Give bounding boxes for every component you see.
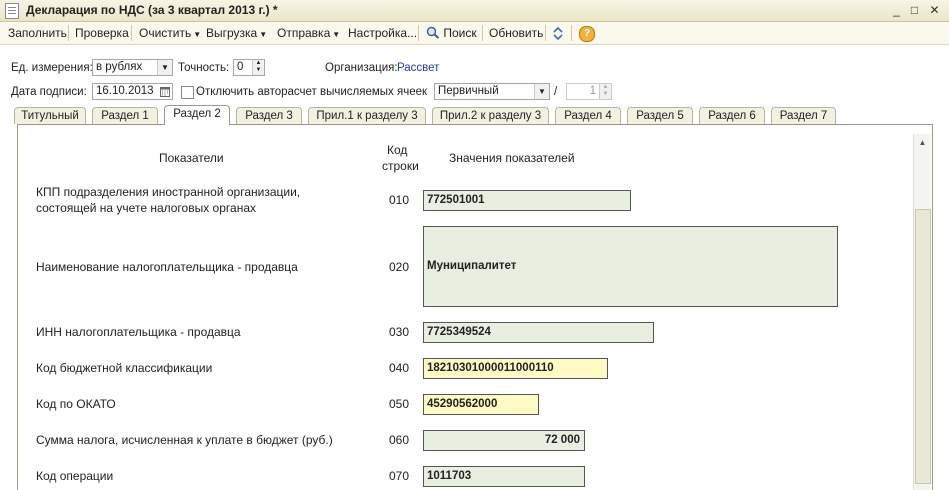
separator-slash: /: [554, 86, 558, 98]
toolbar: Заполнить Проверка Очистить ▼ Выгрузка ▼ О…: [0, 22, 949, 45]
date-value: 16.10.2013: [96, 85, 154, 97]
correction-number-value: 1: [589, 85, 596, 97]
code-header-line2: строки: [382, 159, 419, 173]
kpp-field[interactable]: 772501001: [423, 190, 631, 211]
unit-select[interactable]: в рублях ▼: [92, 59, 173, 76]
send-menu-label: Отправка: [277, 26, 331, 40]
maximize-button[interactable]: □: [907, 3, 922, 17]
declaration-type-value: Первичный: [438, 85, 499, 97]
spinner-arrows-icon[interactable]: ▲ ▼: [599, 84, 611, 99]
row-label-line: КПП подразделения иностранной организаци…: [36, 185, 301, 199]
vertical-scrollbar[interactable]: ▲: [913, 134, 931, 490]
help-button[interactable]: ?: [579, 25, 595, 42]
scrollbar-thumb[interactable]: [915, 209, 931, 484]
organization-link[interactable]: Рассвет: [397, 62, 439, 74]
toolbar-separator: [418, 25, 419, 41]
tab-section-3[interactable]: Раздел 3: [236, 107, 302, 124]
operation-code-field[interactable]: 1011703: [423, 466, 585, 487]
row-label-040: Код бюджетной классификации: [36, 361, 213, 375]
row-label-050: Код по ОКАТО: [36, 397, 116, 411]
search-icon: [426, 26, 440, 39]
toolbar-separator: [68, 25, 69, 41]
export-menu-label: Выгрузка: [206, 26, 258, 40]
unit-label: Ед. измерения:: [11, 62, 93, 74]
code-header-line1: Код: [387, 143, 408, 157]
row-code-070: 070: [389, 469, 410, 483]
tab-section-6[interactable]: Раздел 6: [699, 107, 765, 124]
expand-collapse-icon: [553, 26, 563, 41]
tab-appendix-2-section-3[interactable]: Прил.2 к разделу 3: [432, 107, 549, 124]
precision-spinner[interactable]: 0 ▲ ▼: [233, 59, 265, 76]
search-button-label: Поиск: [443, 26, 477, 40]
refresh-button[interactable]: Обновить: [489, 26, 543, 40]
send-menu-button[interactable]: Отправка ▼: [277, 26, 340, 40]
inn-field[interactable]: 7725349524: [423, 322, 654, 343]
scroll-up-icon[interactable]: ▲: [914, 134, 931, 151]
organization-label: Организация:: [325, 62, 398, 74]
spinner-arrows-icon[interactable]: ▲ ▼: [252, 60, 264, 75]
toolbar-separator: [545, 25, 546, 41]
unit-select-value: в рублях: [96, 61, 143, 73]
toolbar-separator: [482, 25, 483, 41]
precision-value: 0: [237, 61, 244, 73]
calendar-icon[interactable]: [158, 84, 172, 99]
section-tabs: Титульный Раздел 1 Раздел 2 Раздел 3 При…: [0, 105, 949, 125]
row-label-020: Наименование налогоплательщика - продавц…: [36, 260, 298, 274]
row-code-030: 030: [389, 325, 410, 339]
indicators-header: Показатели: [159, 151, 224, 165]
dropdown-arrow-icon: ▼: [259, 30, 268, 39]
settings-button[interactable]: Настройка...: [348, 26, 417, 40]
date-input[interactable]: 16.10.2013: [92, 83, 173, 100]
dropdown-arrow-icon: ▼: [193, 30, 202, 39]
tab-section-1[interactable]: Раздел 1: [92, 107, 158, 124]
minimize-button[interactable]: _: [889, 3, 904, 17]
taxpayer-name-field[interactable]: Муниципалитет: [423, 226, 838, 307]
row-label-060: Сумма налога, исчисленная к уплате в бюд…: [36, 433, 333, 447]
okato-field[interactable]: 45290562000: [423, 394, 539, 415]
correction-number-spinner[interactable]: 1 ▲ ▼: [566, 83, 612, 100]
row-code-050: 050: [389, 397, 410, 411]
close-button[interactable]: ✕: [927, 3, 942, 17]
toolbar-separator: [571, 25, 572, 41]
dropdown-arrow-icon[interactable]: ▼: [534, 84, 549, 99]
check-button[interactable]: Проверка: [75, 26, 129, 40]
expand-toggle-button[interactable]: [552, 26, 564, 41]
document-icon: [5, 3, 19, 19]
tab-section-4[interactable]: Раздел 4: [555, 107, 621, 124]
clear-menu-label: Очистить: [139, 26, 192, 40]
clear-menu-button[interactable]: Очистить ▼: [139, 26, 201, 40]
dropdown-arrow-icon[interactable]: ▼: [157, 60, 172, 75]
row-code-020: 020: [389, 260, 410, 274]
toolbar-separator: [131, 25, 132, 41]
row-code-040: 040: [389, 361, 410, 375]
tab-title-page[interactable]: Титульный: [14, 107, 86, 124]
title-bar: Декларация по НДС (за 3 квартал 2013 г.)…: [0, 0, 949, 22]
precision-label: Точность:: [178, 62, 230, 74]
window-title: Декларация по НДС (за 3 квартал 2013 г.)…: [26, 3, 278, 17]
tab-section-7[interactable]: Раздел 7: [771, 107, 836, 124]
export-menu-button[interactable]: Выгрузка ▼: [206, 26, 267, 40]
tax-amount-field[interactable]: 72 000: [423, 430, 585, 451]
tab-appendix-1-section-3[interactable]: Прил.1 к разделу 3: [308, 107, 426, 124]
autocalc-checkbox[interactable]: [181, 86, 194, 99]
help-icon: ?: [579, 26, 595, 42]
values-header: Значения показателей: [449, 151, 575, 165]
row-label-010: КПП подразделения иностранной организаци…: [36, 184, 300, 216]
row-label-070: Код операции: [36, 469, 114, 483]
date-label: Дата подписи:: [11, 86, 87, 98]
tab-section-5[interactable]: Раздел 5: [627, 107, 693, 124]
row-label-030: ИНН налогоплательщика - продавца: [36, 325, 241, 339]
row-code-010: 010: [389, 193, 410, 207]
fill-button[interactable]: Заполнить: [8, 26, 67, 40]
row-code-060: 060: [389, 433, 410, 447]
search-button[interactable]: Поиск: [426, 26, 477, 40]
row-label-line: состоящей на учете налоговых органах: [36, 201, 256, 215]
dropdown-arrow-icon: ▼: [332, 30, 341, 39]
kbk-field[interactable]: 18210301000011000110: [423, 358, 608, 379]
tab-section-2[interactable]: Раздел 2: [164, 105, 230, 125]
autocalc-label: Отключить авторасчет вычисляемых ячеек: [196, 86, 428, 98]
declaration-type-select[interactable]: Первичный ▼: [434, 83, 550, 100]
